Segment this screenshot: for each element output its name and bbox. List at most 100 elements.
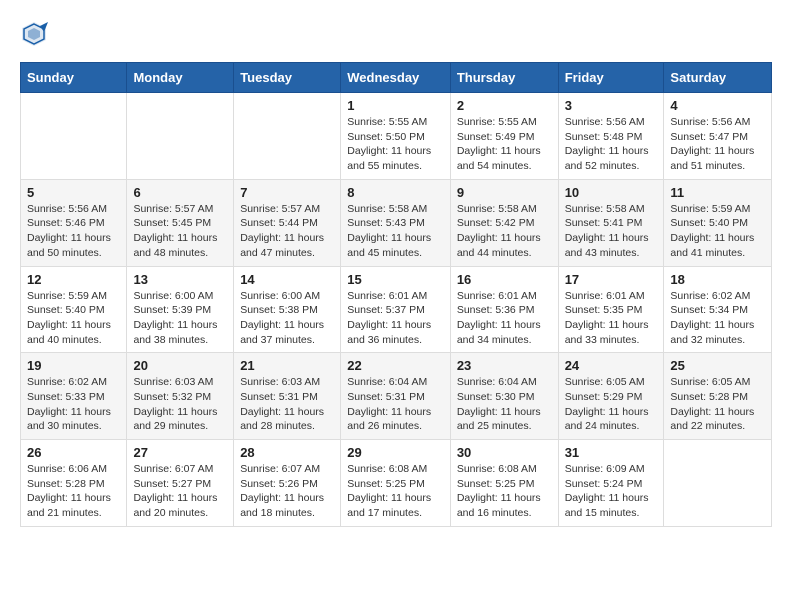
day-cell: [664, 440, 772, 527]
header: [20, 20, 772, 48]
day-cell: 10 Sunrise: 5:58 AM Sunset: 5:41 PM Dayli…: [558, 179, 664, 266]
day-info: Sunrise: 6:00 AM Sunset: 5:38 PM Dayligh…: [240, 289, 334, 348]
day-info: Sunrise: 6:07 AM Sunset: 5:26 PM Dayligh…: [240, 462, 334, 521]
day-info: Sunrise: 5:58 AM Sunset: 5:42 PM Dayligh…: [457, 202, 552, 261]
day-number: 24: [565, 358, 658, 373]
day-info: Sunrise: 5:56 AM Sunset: 5:47 PM Dayligh…: [670, 115, 765, 174]
day-number: 13: [133, 272, 227, 287]
day-info: Sunrise: 6:01 AM Sunset: 5:35 PM Dayligh…: [565, 289, 658, 348]
day-number: 8: [347, 185, 444, 200]
day-number: 22: [347, 358, 444, 373]
day-number: 10: [565, 185, 658, 200]
day-number: 3: [565, 98, 658, 113]
day-info: Sunrise: 5:58 AM Sunset: 5:43 PM Dayligh…: [347, 202, 444, 261]
day-info: Sunrise: 6:07 AM Sunset: 5:27 PM Dayligh…: [133, 462, 227, 521]
col-header-monday: Monday: [127, 63, 234, 93]
day-cell: 6Sunrise: 5:57 AM Sunset: 5:45 PM Daylig…: [127, 179, 234, 266]
day-info: Sunrise: 6:02 AM Sunset: 5:33 PM Dayligh…: [27, 375, 120, 434]
day-cell: 29 Sunrise: 6:08 AM Sunset: 5:25 PM Dayli…: [341, 440, 451, 527]
day-cell: 27 Sunrise: 6:07 AM Sunset: 5:27 PM Dayli…: [127, 440, 234, 527]
col-header-friday: Friday: [558, 63, 664, 93]
day-number: 11: [670, 185, 765, 200]
col-header-thursday: Thursday: [450, 63, 558, 93]
day-info: Sunrise: 6:08 AM Sunset: 5:25 PM Dayligh…: [457, 462, 552, 521]
day-info: Sunrise: 5:55 AM Sunset: 5:49 PM Dayligh…: [457, 115, 552, 174]
day-cell: 1Sunrise: 5:55 AM Sunset: 5:50 PM Daylig…: [341, 93, 451, 180]
day-info: Sunrise: 6:00 AM Sunset: 5:39 PM Dayligh…: [133, 289, 227, 348]
day-cell: 16 Sunrise: 6:01 AM Sunset: 5:36 PM Dayli…: [450, 266, 558, 353]
day-cell: 28 Sunrise: 6:07 AM Sunset: 5:26 PM Dayli…: [234, 440, 341, 527]
calendar-container: SundayMondayTuesdayWednesdayThursdayFrid…: [0, 0, 792, 537]
day-number: 14: [240, 272, 334, 287]
day-info: Sunrise: 6:05 AM Sunset: 5:28 PM Dayligh…: [670, 375, 765, 434]
day-info: Sunrise: 5:59 AM Sunset: 5:40 PM Dayligh…: [670, 202, 765, 261]
day-number: 20: [133, 358, 227, 373]
day-number: 29: [347, 445, 444, 460]
day-cell: [127, 93, 234, 180]
day-number: 1: [347, 98, 444, 113]
day-number: 2: [457, 98, 552, 113]
day-info: Sunrise: 6:05 AM Sunset: 5:29 PM Dayligh…: [565, 375, 658, 434]
day-info: Sunrise: 5:56 AM Sunset: 5:48 PM Dayligh…: [565, 115, 658, 174]
day-number: 9: [457, 185, 552, 200]
logo: [20, 20, 52, 48]
day-cell: 13 Sunrise: 6:00 AM Sunset: 5:39 PM Dayli…: [127, 266, 234, 353]
day-info: Sunrise: 6:04 AM Sunset: 5:30 PM Dayligh…: [457, 375, 552, 434]
day-number: 18: [670, 272, 765, 287]
day-number: 23: [457, 358, 552, 373]
week-row-4: 19 Sunrise: 6:02 AM Sunset: 5:33 PM Dayli…: [21, 353, 772, 440]
day-number: 28: [240, 445, 334, 460]
col-header-tuesday: Tuesday: [234, 63, 341, 93]
week-row-2: 5 Sunrise: 5:56 AM Sunset: 5:46 PM Daylig…: [21, 179, 772, 266]
day-number: 12: [27, 272, 120, 287]
week-row-3: 12 Sunrise: 5:59 AM Sunset: 5:40 PM Dayli…: [21, 266, 772, 353]
day-cell: 15 Sunrise: 6:01 AM Sunset: 5:37 PM Dayli…: [341, 266, 451, 353]
day-number: 30: [457, 445, 552, 460]
day-cell: 21 Sunrise: 6:03 AM Sunset: 5:31 PM Dayli…: [234, 353, 341, 440]
day-info: Sunrise: 5:57 AM Sunset: 5:45 PM Dayligh…: [133, 202, 227, 261]
day-cell: 2 Sunrise: 5:55 AM Sunset: 5:49 PM Daylig…: [450, 93, 558, 180]
day-cell: 12 Sunrise: 5:59 AM Sunset: 5:40 PM Dayli…: [21, 266, 127, 353]
day-number: 21: [240, 358, 334, 373]
week-row-1: 1Sunrise: 5:55 AM Sunset: 5:50 PM Daylig…: [21, 93, 772, 180]
day-number: 7: [240, 185, 334, 200]
day-cell: 22 Sunrise: 6:04 AM Sunset: 5:31 PM Dayli…: [341, 353, 451, 440]
day-cell: 14 Sunrise: 6:00 AM Sunset: 5:38 PM Dayli…: [234, 266, 341, 353]
day-cell: 8 Sunrise: 5:58 AM Sunset: 5:43 PM Daylig…: [341, 179, 451, 266]
day-cell: [21, 93, 127, 180]
day-info: Sunrise: 6:03 AM Sunset: 5:32 PM Dayligh…: [133, 375, 227, 434]
day-cell: 4Sunrise: 5:56 AM Sunset: 5:47 PM Daylig…: [664, 93, 772, 180]
day-number: 27: [133, 445, 227, 460]
day-cell: 20 Sunrise: 6:03 AM Sunset: 5:32 PM Dayli…: [127, 353, 234, 440]
col-header-saturday: Saturday: [664, 63, 772, 93]
day-cell: 9 Sunrise: 5:58 AM Sunset: 5:42 PM Daylig…: [450, 179, 558, 266]
col-header-sunday: Sunday: [21, 63, 127, 93]
day-info: Sunrise: 5:58 AM Sunset: 5:41 PM Dayligh…: [565, 202, 658, 261]
day-number: 26: [27, 445, 120, 460]
day-cell: 7 Sunrise: 5:57 AM Sunset: 5:44 PM Daylig…: [234, 179, 341, 266]
day-number: 5: [27, 185, 120, 200]
day-number: 31: [565, 445, 658, 460]
day-cell: [234, 93, 341, 180]
day-number: 15: [347, 272, 444, 287]
day-cell: 11 Sunrise: 5:59 AM Sunset: 5:40 PM Dayli…: [664, 179, 772, 266]
day-info: Sunrise: 5:56 AM Sunset: 5:46 PM Dayligh…: [27, 202, 120, 261]
header-row: SundayMondayTuesdayWednesdayThursdayFrid…: [21, 63, 772, 93]
day-info: Sunrise: 6:04 AM Sunset: 5:31 PM Dayligh…: [347, 375, 444, 434]
day-info: Sunrise: 6:08 AM Sunset: 5:25 PM Dayligh…: [347, 462, 444, 521]
week-row-5: 26 Sunrise: 6:06 AM Sunset: 5:28 PM Dayli…: [21, 440, 772, 527]
day-cell: 31 Sunrise: 6:09 AM Sunset: 5:24 PM Dayli…: [558, 440, 664, 527]
day-number: 19: [27, 358, 120, 373]
day-info: Sunrise: 6:09 AM Sunset: 5:24 PM Dayligh…: [565, 462, 658, 521]
day-info: Sunrise: 6:06 AM Sunset: 5:28 PM Dayligh…: [27, 462, 120, 521]
day-number: 16: [457, 272, 552, 287]
day-info: Sunrise: 6:03 AM Sunset: 5:31 PM Dayligh…: [240, 375, 334, 434]
day-info: Sunrise: 6:01 AM Sunset: 5:36 PM Dayligh…: [457, 289, 552, 348]
day-cell: 25Sunrise: 6:05 AM Sunset: 5:28 PM Dayli…: [664, 353, 772, 440]
day-info: Sunrise: 6:01 AM Sunset: 5:37 PM Dayligh…: [347, 289, 444, 348]
col-header-wednesday: Wednesday: [341, 63, 451, 93]
day-info: Sunrise: 5:59 AM Sunset: 5:40 PM Dayligh…: [27, 289, 120, 348]
day-info: Sunrise: 5:57 AM Sunset: 5:44 PM Dayligh…: [240, 202, 334, 261]
day-cell: 5 Sunrise: 5:56 AM Sunset: 5:46 PM Daylig…: [21, 179, 127, 266]
logo-icon: [20, 20, 48, 48]
